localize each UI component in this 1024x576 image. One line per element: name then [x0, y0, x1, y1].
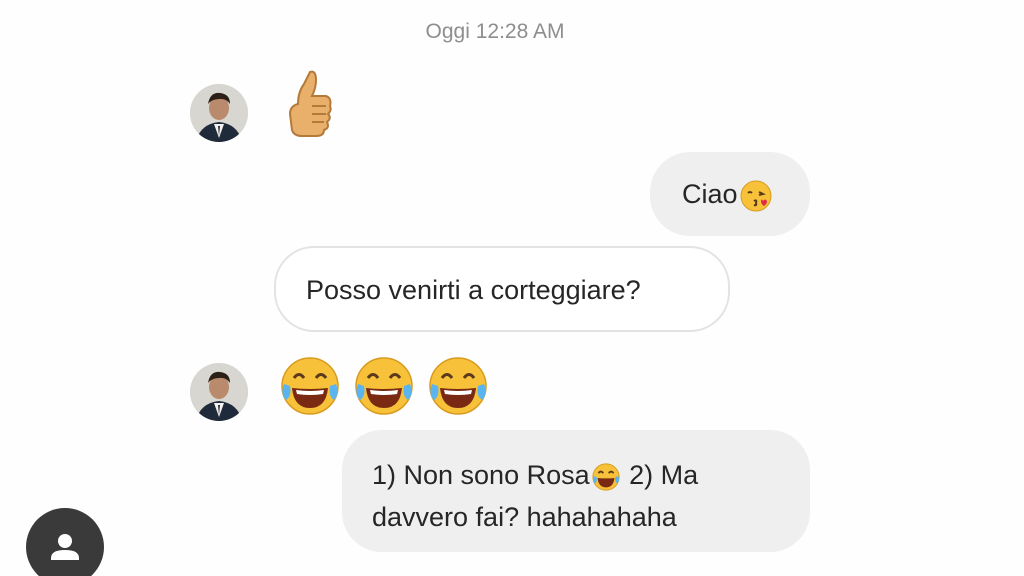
- person-icon: [51, 534, 79, 560]
- message-text: Ciao: [682, 179, 738, 209]
- kissing-face-icon: [740, 180, 772, 212]
- contact-avatar[interactable]: [190, 363, 248, 421]
- message-text: davvero fai? hahahahaha: [372, 502, 677, 532]
- chat-timestamp: Oggi 12:28 AM: [425, 20, 565, 43]
- tears-of-joy-icon: [281, 357, 339, 415]
- tears-of-joy-icon: [429, 357, 487, 415]
- tears-of-joy-icon: [592, 463, 620, 491]
- profile-button[interactable]: [26, 508, 104, 576]
- message-text: Posso venirti a corteggiare?: [306, 275, 641, 305]
- message-bubble-outgoing[interactable]: Ciao: [650, 152, 810, 236]
- chat-screen: Oggi 12:28 AM Ciao Posso venirti a corte…: [0, 0, 1024, 576]
- message-text: 1) Non sono Rosa: [372, 460, 590, 490]
- message-laughing-emojis[interactable]: [278, 354, 490, 418]
- message-bubble-incoming[interactable]: Posso venirti a corteggiare?: [274, 246, 730, 332]
- contact-avatar[interactable]: [190, 84, 248, 142]
- message-bubble-outgoing[interactable]: 1) Non sono Rosa 2) Ma davvero fai? haha…: [342, 430, 810, 552]
- message-line: 1) Non sono Rosa 2) Ma: [372, 454, 810, 496]
- tears-of-joy-icon: [355, 357, 413, 415]
- thumbs-up-icon: [288, 70, 332, 137]
- message-thumbs-up[interactable]: [284, 70, 334, 142]
- message-text: 2) Ma: [621, 460, 699, 490]
